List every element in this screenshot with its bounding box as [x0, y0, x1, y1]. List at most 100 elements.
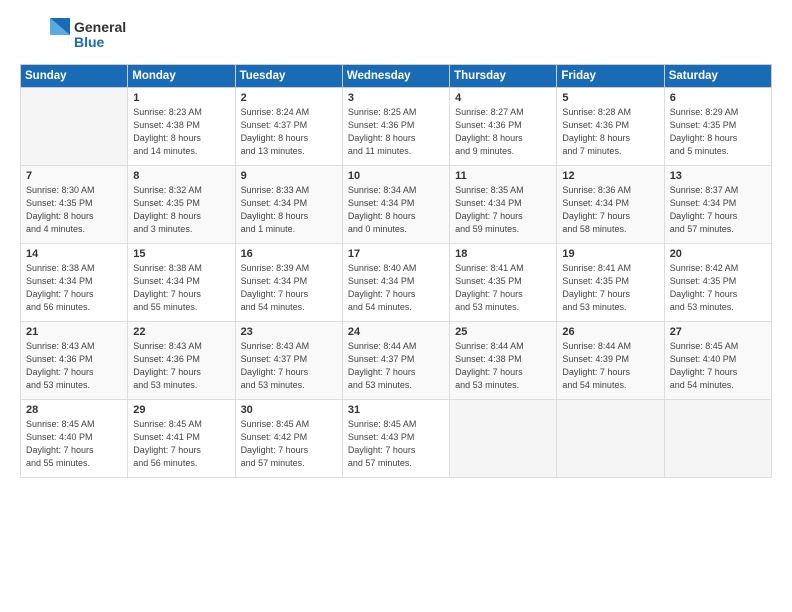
day-number: 7 [26, 170, 122, 182]
day-info: Sunrise: 8:41 AMSunset: 4:35 PMDaylight:… [455, 262, 551, 314]
day-number: 31 [348, 404, 444, 416]
day-info: Sunrise: 8:34 AMSunset: 4:34 PMDaylight:… [348, 184, 444, 236]
day-info: Sunrise: 8:45 AMSunset: 4:40 PMDaylight:… [670, 340, 766, 392]
day-cell: 24 Sunrise: 8:44 AMSunset: 4:37 PMDayligh… [342, 322, 449, 400]
day-info: Sunrise: 8:29 AMSunset: 4:35 PMDaylight:… [670, 106, 766, 158]
day-cell: 20Sunrise: 8:42 AMSunset: 4:35 PMDayligh… [664, 244, 771, 322]
header-day-wednesday: Wednesday [342, 65, 449, 88]
day-info: Sunrise: 8:38 AMSunset: 4:34 PMDaylight:… [133, 262, 229, 314]
day-cell: 10Sunrise: 8:34 AMSunset: 4:34 PMDayligh… [342, 166, 449, 244]
day-info: Sunrise: 8:28 AMSunset: 4:36 PMDaylight:… [562, 106, 658, 158]
day-number: 5 [562, 92, 658, 104]
day-number: 16 [241, 248, 337, 260]
day-cell: 5 Sunrise: 8:28 AMSunset: 4:36 PMDaylight… [557, 88, 664, 166]
day-cell: 11 Sunrise: 8:35 AMSunset: 4:34 PMDayligh… [450, 166, 557, 244]
day-info: Sunrise: 8:45 AMSunset: 4:40 PMDaylight:… [26, 418, 122, 470]
day-number: 29 [133, 404, 229, 416]
calendar-table: SundayMondayTuesdayWednesdayThursdayFrid… [20, 64, 772, 478]
day-cell: 12Sunrise: 8:36 AMSunset: 4:34 PMDayligh… [557, 166, 664, 244]
header-day-sunday: Sunday [21, 65, 128, 88]
day-cell: 17 Sunrise: 8:40 AMSunset: 4:34 PMDayligh… [342, 244, 449, 322]
day-info: Sunrise: 8:40 AMSunset: 4:34 PMDaylight:… [348, 262, 444, 314]
day-cell: 26Sunrise: 8:44 AMSunset: 4:39 PMDayligh… [557, 322, 664, 400]
day-cell: 21 Sunrise: 8:43 AMSunset: 4:36 PMDayligh… [21, 322, 128, 400]
day-number: 11 [455, 170, 551, 182]
logo-icon [20, 16, 70, 54]
header-row: SundayMondayTuesdayWednesdayThursdayFrid… [21, 65, 772, 88]
week-row-4: 21 Sunrise: 8:43 AMSunset: 4:36 PMDayligh… [21, 322, 772, 400]
day-cell: 29 Sunrise: 8:45 AMSunset: 4:41 PMDayligh… [128, 400, 235, 478]
day-info: Sunrise: 8:37 AMSunset: 4:34 PMDaylight:… [670, 184, 766, 236]
day-number: 4 [455, 92, 551, 104]
day-number: 30 [241, 404, 337, 416]
day-info: Sunrise: 8:25 AMSunset: 4:36 PMDaylight:… [348, 106, 444, 158]
day-info: Sunrise: 8:30 AMSunset: 4:35 PMDaylight:… [26, 184, 122, 236]
day-info: Sunrise: 8:36 AMSunset: 4:34 PMDaylight:… [562, 184, 658, 236]
day-info: Sunrise: 8:43 AMSunset: 4:37 PMDaylight:… [241, 340, 337, 392]
logo-line1: General [74, 20, 126, 35]
day-number: 9 [241, 170, 337, 182]
day-info: Sunrise: 8:44 AMSunset: 4:37 PMDaylight:… [348, 340, 444, 392]
day-cell: 16Sunrise: 8:39 AMSunset: 4:34 PMDayligh… [235, 244, 342, 322]
day-cell [21, 88, 128, 166]
day-cell: 30 Sunrise: 8:45 AMSunset: 4:42 PMDayligh… [235, 400, 342, 478]
day-cell: 23 Sunrise: 8:43 AMSunset: 4:37 PMDayligh… [235, 322, 342, 400]
day-info: Sunrise: 8:43 AMSunset: 4:36 PMDaylight:… [26, 340, 122, 392]
day-cell: 4 Sunrise: 8:27 AMSunset: 4:36 PMDaylight… [450, 88, 557, 166]
day-cell: 22 Sunrise: 8:43 AMSunset: 4:36 PMDayligh… [128, 322, 235, 400]
day-info: Sunrise: 8:35 AMSunset: 4:34 PMDaylight:… [455, 184, 551, 236]
day-cell: 1Sunrise: 8:23 AMSunset: 4:38 PMDaylight… [128, 88, 235, 166]
day-info: Sunrise: 8:45 AMSunset: 4:43 PMDaylight:… [348, 418, 444, 470]
day-cell [450, 400, 557, 478]
day-info: Sunrise: 8:27 AMSunset: 4:36 PMDaylight:… [455, 106, 551, 158]
header-day-friday: Friday [557, 65, 664, 88]
day-cell: 2 Sunrise: 8:24 AMSunset: 4:37 PMDaylight… [235, 88, 342, 166]
week-row-3: 14Sunrise: 8:38 AMSunset: 4:34 PMDayligh… [21, 244, 772, 322]
day-cell: 9 Sunrise: 8:33 AMSunset: 4:34 PMDaylight… [235, 166, 342, 244]
day-cell: 19 Sunrise: 8:41 AMSunset: 4:35 PMDayligh… [557, 244, 664, 322]
day-info: Sunrise: 8:33 AMSunset: 4:34 PMDaylight:… [241, 184, 337, 236]
day-info: Sunrise: 8:38 AMSunset: 4:34 PMDaylight:… [26, 262, 122, 314]
day-number: 2 [241, 92, 337, 104]
week-row-5: 28Sunrise: 8:45 AMSunset: 4:40 PMDayligh… [21, 400, 772, 478]
day-info: Sunrise: 8:44 AMSunset: 4:38 PMDaylight:… [455, 340, 551, 392]
week-row-1: 1Sunrise: 8:23 AMSunset: 4:38 PMDaylight… [21, 88, 772, 166]
day-number: 18 [455, 248, 551, 260]
day-cell [557, 400, 664, 478]
day-number: 17 [348, 248, 444, 260]
header-day-thursday: Thursday [450, 65, 557, 88]
day-cell: 6Sunrise: 8:29 AMSunset: 4:35 PMDaylight… [664, 88, 771, 166]
day-cell: 18 Sunrise: 8:41 AMSunset: 4:35 PMDayligh… [450, 244, 557, 322]
day-cell: 3 Sunrise: 8:25 AMSunset: 4:36 PMDaylight… [342, 88, 449, 166]
logo-line2: Blue [74, 35, 126, 50]
logo-text: GeneralBlue [74, 20, 126, 51]
day-info: Sunrise: 8:24 AMSunset: 4:37 PMDaylight:… [241, 106, 337, 158]
day-info: Sunrise: 8:45 AMSunset: 4:42 PMDaylight:… [241, 418, 337, 470]
week-row-2: 7 Sunrise: 8:30 AMSunset: 4:35 PMDaylight… [21, 166, 772, 244]
day-cell: 27 Sunrise: 8:45 AMSunset: 4:40 PMDayligh… [664, 322, 771, 400]
day-cell: 8Sunrise: 8:32 AMSunset: 4:35 PMDaylight… [128, 166, 235, 244]
day-info: Sunrise: 8:45 AMSunset: 4:41 PMDaylight:… [133, 418, 229, 470]
day-number: 25 [455, 326, 551, 338]
day-info: Sunrise: 8:32 AMSunset: 4:35 PMDaylight:… [133, 184, 229, 236]
day-info: Sunrise: 8:23 AMSunset: 4:38 PMDaylight:… [133, 106, 229, 158]
day-number: 22 [133, 326, 229, 338]
header-day-saturday: Saturday [664, 65, 771, 88]
header-day-tuesday: Tuesday [235, 65, 342, 88]
day-number: 23 [241, 326, 337, 338]
day-cell: 25 Sunrise: 8:44 AMSunset: 4:38 PMDayligh… [450, 322, 557, 400]
day-number: 15 [133, 248, 229, 260]
day-number: 27 [670, 326, 766, 338]
day-cell: 13Sunrise: 8:37 AMSunset: 4:34 PMDayligh… [664, 166, 771, 244]
day-info: Sunrise: 8:43 AMSunset: 4:36 PMDaylight:… [133, 340, 229, 392]
day-number: 19 [562, 248, 658, 260]
day-info: Sunrise: 8:41 AMSunset: 4:35 PMDaylight:… [562, 262, 658, 314]
day-number: 21 [26, 326, 122, 338]
day-cell: 31 Sunrise: 8:45 AMSunset: 4:43 PMDayligh… [342, 400, 449, 478]
day-number: 24 [348, 326, 444, 338]
header-day-monday: Monday [128, 65, 235, 88]
day-number: 3 [348, 92, 444, 104]
day-cell: 14Sunrise: 8:38 AMSunset: 4:34 PMDayligh… [21, 244, 128, 322]
day-cell: 15 Sunrise: 8:38 AMSunset: 4:34 PMDayligh… [128, 244, 235, 322]
page-header: GeneralBlue [20, 16, 772, 54]
